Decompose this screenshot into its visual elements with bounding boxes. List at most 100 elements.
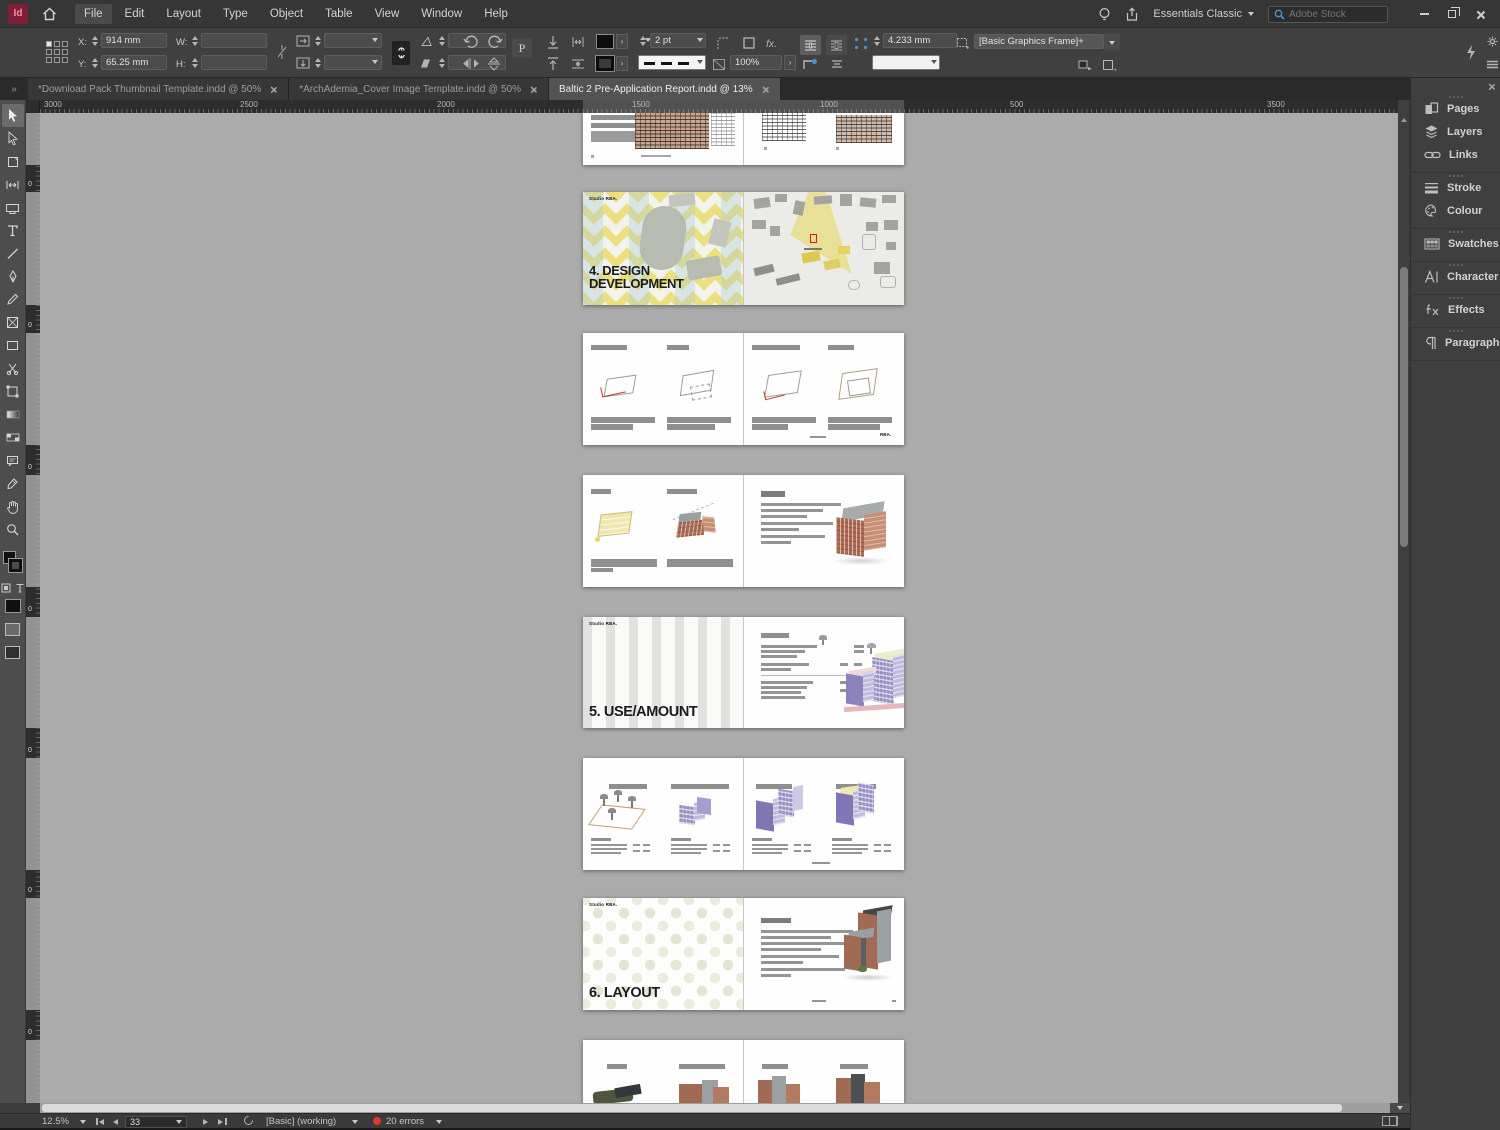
- spread-massing-axons[interactable]: [583, 475, 904, 587]
- share-icon[interactable]: [1125, 6, 1139, 22]
- horizontal-scroll-thumb[interactable]: [42, 1104, 1342, 1112]
- quick-apply-icon[interactable]: [1078, 59, 1093, 71]
- zoom-caret[interactable]: [80, 1120, 86, 1124]
- direct-selection-tool[interactable]: [2, 127, 24, 150]
- spread-massing-options[interactable]: [583, 758, 904, 870]
- fill-stroke-swatches[interactable]: [2, 549, 24, 579]
- search-input[interactable]: [1289, 8, 1379, 20]
- flip-v-button-icon[interactable]: [487, 57, 501, 71]
- spread-use-amount[interactable]: Studio RBA. 5. USE/AMOUNT: [583, 617, 904, 728]
- menu-window[interactable]: Window: [412, 4, 471, 24]
- corner-shape-icon[interactable]: [802, 58, 818, 71]
- x-position-field[interactable]: 914 mm: [101, 33, 167, 48]
- panel-menu-icon[interactable]: [1487, 60, 1498, 69]
- errors-caret[interactable]: [436, 1120, 442, 1124]
- minimize-button[interactable]: [1412, 4, 1436, 24]
- constrain-proportions-icon[interactable]: [276, 44, 288, 60]
- tab-close-icon[interactable]: [270, 86, 277, 93]
- lightning-icon[interactable]: [1465, 44, 1477, 61]
- flip-h-button-icon[interactable]: [463, 57, 479, 70]
- opacity-field[interactable]: 100%: [730, 55, 782, 70]
- corner-options-icon[interactable]: [716, 36, 731, 51]
- formatting-container-icon[interactable]: [1, 583, 11, 593]
- spread-renders-partial[interactable]: [583, 1040, 904, 1103]
- x-stepper[interactable]: [90, 33, 99, 48]
- view-options-button[interactable]: [5, 623, 20, 636]
- y-stepper[interactable]: [90, 55, 99, 70]
- close-button[interactable]: [1468, 4, 1492, 24]
- w-stepper[interactable]: [190, 33, 199, 48]
- scrollbar-options-button[interactable]: [1390, 1103, 1410, 1113]
- free-transform-tool[interactable]: [2, 380, 24, 403]
- screen-mode-button[interactable]: [5, 646, 20, 659]
- menu-layout[interactable]: Layout: [157, 4, 210, 24]
- scale-y-stepper[interactable]: [313, 55, 322, 70]
- opacity-menu[interactable]: ›: [784, 55, 796, 70]
- menu-type[interactable]: Type: [214, 4, 257, 24]
- scale-y-caret[interactable]: [372, 60, 378, 64]
- tab-overflow-chevrons[interactable]: »: [0, 78, 28, 100]
- menu-help[interactable]: Help: [475, 4, 517, 24]
- document-canvas[interactable]: Studio RBA. 4. DESIGN DEVELOPMENT RBA. S…: [40, 113, 1398, 1103]
- last-page-arrow[interactable]: [218, 1118, 223, 1125]
- first-page-arrow[interactable]: [99, 1118, 104, 1125]
- gap-tool[interactable]: [2, 173, 24, 196]
- spread-layout[interactable]: Studio RBA. 6. LAYOUT: [583, 898, 904, 1010]
- scissors-tool[interactable]: [2, 357, 24, 380]
- pen-tool[interactable]: [2, 265, 24, 288]
- page-tool[interactable]: [2, 150, 24, 173]
- content-collector-tool[interactable]: [2, 196, 24, 219]
- workspace-switcher[interactable]: Essentials Classic: [1153, 8, 1254, 20]
- eyedropper-tool[interactable]: [2, 472, 24, 495]
- tab-close-icon[interactable]: [762, 86, 769, 93]
- frame-tool[interactable]: [2, 311, 24, 334]
- object-style-caret-button[interactable]: [1104, 34, 1120, 51]
- apply-color-button[interactable]: [4, 599, 21, 613]
- menu-file[interactable]: File: [75, 3, 112, 24]
- stroke-weight-caret[interactable]: [697, 38, 703, 42]
- wrap-bounding-button[interactable]: [826, 35, 847, 55]
- selection-tool[interactable]: [1, 104, 24, 127]
- y-position-field[interactable]: 65.25 mm: [101, 55, 167, 70]
- formatting-text-icon[interactable]: [15, 583, 25, 593]
- home-icon[interactable]: [42, 7, 57, 21]
- swatch-fill-dropdown[interactable]: [872, 55, 940, 70]
- fill-color-swatch[interactable]: [596, 34, 614, 49]
- effects-fx-label[interactable]: fx.: [766, 38, 777, 50]
- menu-object[interactable]: Object: [261, 4, 312, 24]
- stroke-swatch[interactable]: [7, 558, 23, 573]
- dock-close-icon[interactable]: [1488, 83, 1495, 90]
- panel-layers[interactable]: Layers: [1411, 120, 1500, 143]
- export-options-icon[interactable]: [1102, 59, 1117, 71]
- error-count[interactable]: 20 errors: [386, 1116, 424, 1127]
- panel-pages[interactable]: Pages: [1411, 97, 1500, 120]
- spread-design-development[interactable]: Studio RBA. 4. DESIGN DEVELOPMENT: [583, 192, 904, 305]
- menu-table[interactable]: Table: [316, 4, 362, 24]
- panel-paragraph[interactable]: Paragraph: [1411, 331, 1500, 354]
- hand-tool[interactable]: [2, 495, 24, 518]
- preflight-profile[interactable]: [Basic] (working): [266, 1116, 336, 1127]
- rectangle-tool[interactable]: [2, 334, 24, 357]
- link-dimensions-button[interactable]: [392, 41, 410, 65]
- learn-lightbulb-icon[interactable]: [1098, 7, 1111, 22]
- vertical-ruler[interactable]: 0 0 0 0 0 0 0: [26, 113, 40, 1103]
- stroke-style-caret[interactable]: [697, 60, 703, 64]
- height-field[interactable]: [201, 55, 267, 70]
- vertical-scrollbar[interactable]: [1398, 113, 1410, 1103]
- tab-close-icon[interactable]: [530, 86, 537, 93]
- stroke-color-swatch[interactable]: [595, 55, 615, 72]
- distribute-icon[interactable]: [570, 35, 586, 49]
- panel-swatches[interactable]: Swatches: [1411, 232, 1500, 255]
- stroke-swatch-menu[interactable]: ›: [616, 56, 628, 71]
- width-field[interactable]: [201, 33, 267, 48]
- spread-view-icon[interactable]: [1382, 1116, 1398, 1126]
- gradient-swatch-tool[interactable]: [2, 403, 24, 426]
- pencil-tool[interactable]: [2, 288, 24, 311]
- first-page-button[interactable]: [96, 1118, 98, 1125]
- rotation-stepper[interactable]: [437, 33, 446, 48]
- type-tool[interactable]: [2, 219, 24, 242]
- shear-stepper[interactable]: [437, 55, 446, 70]
- stroke-weight-stepper[interactable]: [638, 33, 647, 48]
- gradient-feather-tool[interactable]: [2, 426, 24, 449]
- previous-page-button[interactable]: [113, 1118, 118, 1125]
